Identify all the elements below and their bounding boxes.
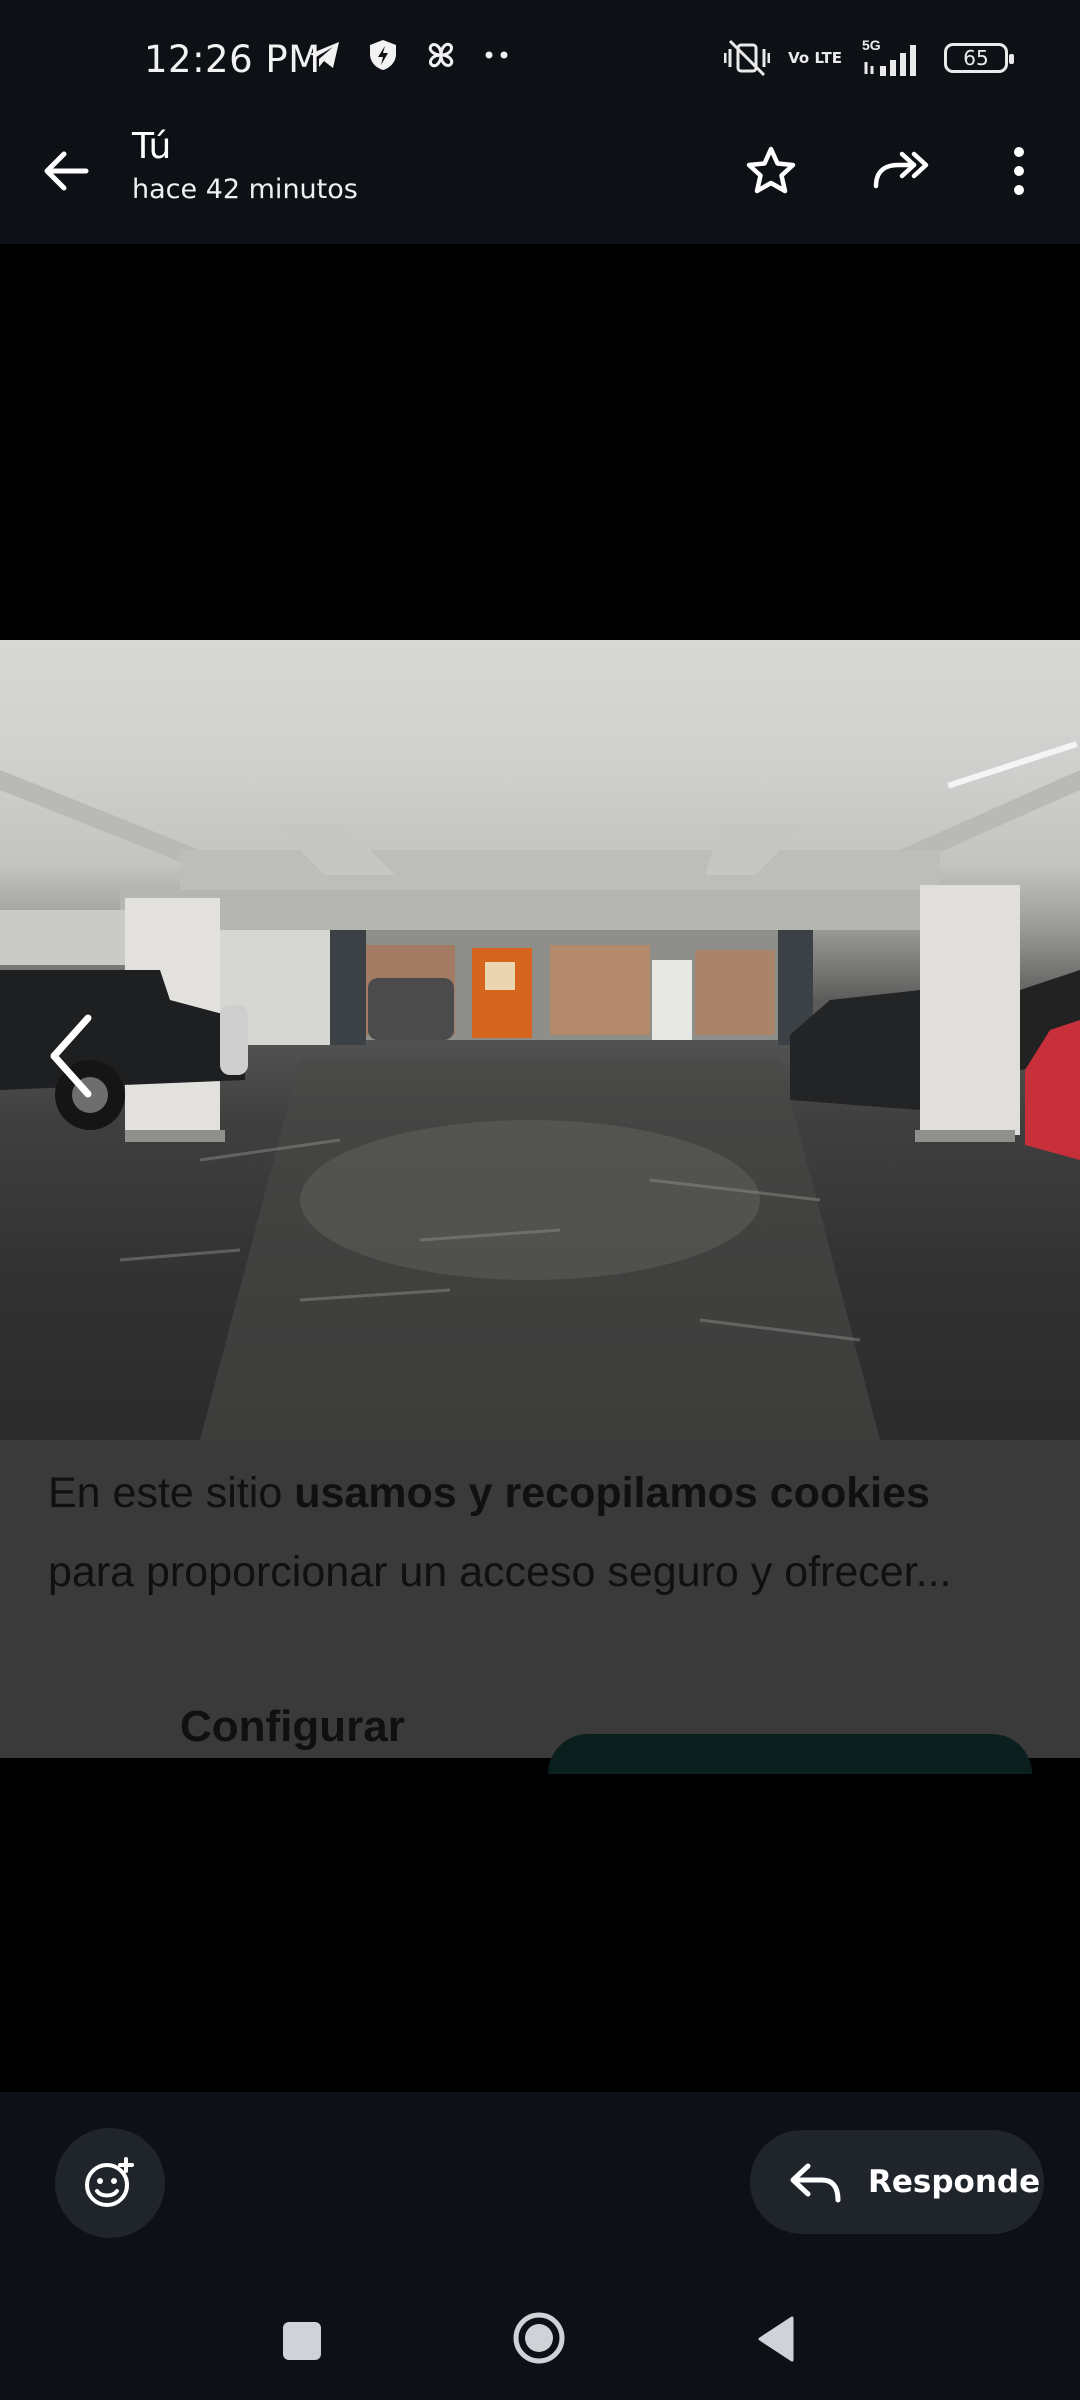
viewer-footer: Responde [0, 2092, 1080, 2400]
cookie-message: En este sitio usamos y recopilamos cooki… [48, 1454, 1048, 1612]
photo-illustration [0, 741, 1080, 1440]
vibrate-icon [724, 39, 771, 77]
pinwheel-icon [428, 42, 454, 68]
cookie-text-prefix: En este sitio [48, 1469, 295, 1517]
recent-apps-button[interactable] [283, 2322, 321, 2360]
status-bar: 12:26 PM Vo LTE 5G 65 [0, 0, 1080, 118]
cookie-configure-label: Configurar [180, 1702, 405, 1751]
add-reaction-icon [85, 2157, 134, 2207]
parking-garage-photo [0, 640, 1080, 1440]
notification-icons [308, 38, 510, 72]
reply-label: Responde [868, 2164, 1041, 2200]
star-button[interactable] [740, 140, 802, 202]
forward-icon [873, 151, 929, 189]
viewer-header: Tú hace 42 minutos [0, 118, 1080, 244]
home-circle-icon [513, 2312, 565, 2364]
volte-indicator: Vo LTE [788, 48, 842, 67]
telegram-icon [310, 42, 339, 68]
system-navigation-bar [0, 2296, 1080, 2400]
more-options-button[interactable] [988, 140, 1050, 202]
reply-icon [790, 2163, 841, 2203]
cookie-banner: En este sitio usamos y recopilamos cooki… [0, 1440, 1080, 1774]
add-reaction-button[interactable] [55, 2128, 165, 2238]
shield-bolt-icon [370, 40, 396, 70]
reply-button[interactable]: Responde [750, 2130, 1044, 2234]
home-button[interactable] [513, 2312, 565, 2364]
more-vertical-icon [1014, 147, 1024, 195]
system-back-button[interactable] [756, 2314, 796, 2364]
svg-text:5G: 5G [862, 38, 881, 53]
cookie-text-suffix: para proporcionar un acceso seguro y ofr… [48, 1548, 952, 1596]
more-notifications-icon [485, 51, 508, 59]
chevron-left-icon [50, 1014, 92, 1098]
cookie-text-bold: usamos y recopilamos cookies [294, 1469, 930, 1517]
status-time: 12:26 PM [144, 38, 321, 81]
previous-image-button[interactable] [44, 1008, 100, 1104]
cookie-accept-button-partial [548, 1734, 1032, 1774]
arrow-left-icon [44, 151, 89, 191]
star-icon [746, 146, 796, 194]
system-status-icons: Vo LTE 5G 65 [724, 38, 1014, 78]
timestamp: hace 42 minutos [132, 174, 358, 205]
battery-indicator: 65 [944, 43, 1014, 73]
battery-level: 65 [963, 46, 989, 70]
signal-icon: 5G [862, 38, 916, 76]
forward-button[interactable] [870, 140, 932, 202]
triangle-back-icon [758, 2316, 794, 2362]
sender-name: Tú [132, 126, 172, 167]
back-button[interactable] [36, 140, 98, 202]
